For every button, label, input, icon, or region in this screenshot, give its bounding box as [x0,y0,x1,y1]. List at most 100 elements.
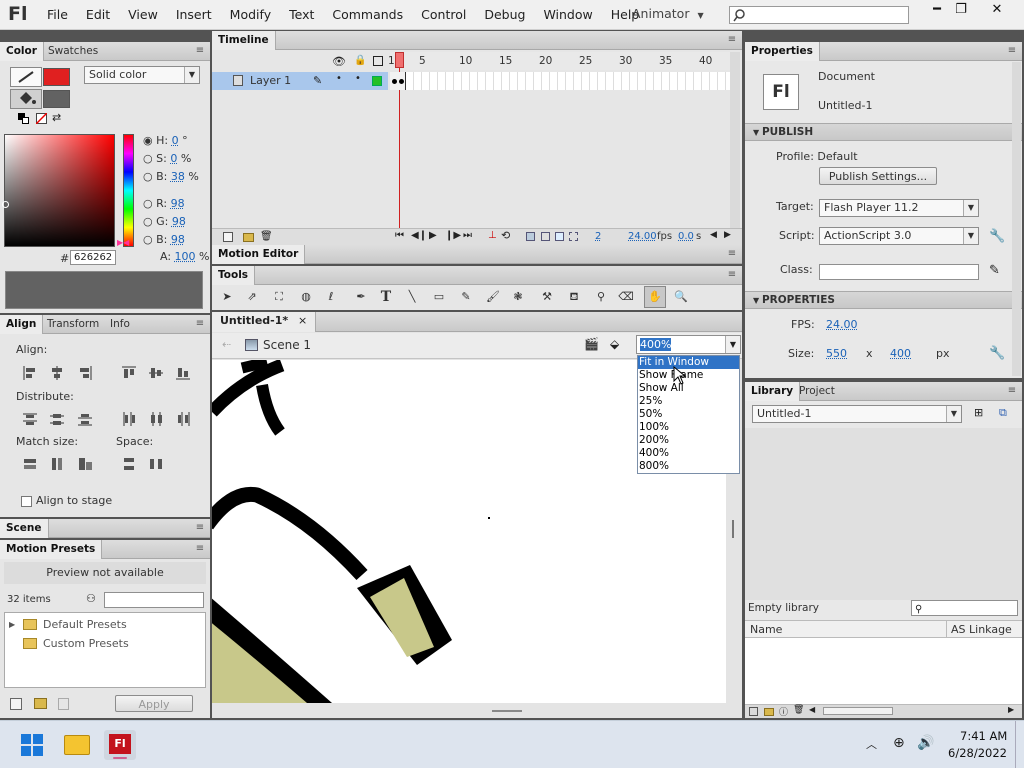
tab-tools[interactable]: Tools [212,266,256,285]
step-back-icon[interactable]: ◀❙ [411,230,427,241]
fill-color-button[interactable] [10,89,42,109]
radio-icon[interactable]: ○ [143,215,153,228]
workspace-switcher[interactable]: Animator ▼ [632,0,704,30]
expand-arrow-icon[interactable]: ▶ [9,620,23,629]
selection-tool-icon[interactable]: ➤ [216,286,238,308]
network-icon[interactable]: ⊕ [893,735,905,751]
layer-color-swatch[interactable] [372,76,382,86]
menu-file[interactable]: File [38,0,77,30]
tab-align[interactable]: Align [0,315,44,334]
zoom-option-50[interactable]: 50% [638,408,739,421]
zoom-option-100[interactable]: 100% [638,421,739,434]
horizontal-scroll-thumb[interactable] [492,710,522,712]
eraser-tool-icon[interactable]: ⌫ [615,286,637,308]
close-button[interactable]: ✕ [980,0,1014,22]
align-top-icon[interactable] [121,365,137,381]
wrench-icon[interactable]: 🔧 [989,229,1005,244]
tab-motion-editor[interactable]: Motion Editor [212,245,306,264]
fill-color-swatch[interactable] [43,90,70,108]
onion-markers-icon[interactable] [569,232,578,241]
distribute-vertical-center-icon[interactable] [49,411,65,427]
new-folder-icon[interactable] [243,233,254,242]
fill-type-select[interactable]: Solid color ▼ [84,66,200,84]
volume-icon[interactable]: 🔊 [917,735,934,751]
edit-symbols-icon[interactable]: ⬙ [610,337,619,351]
new-symbol-icon[interactable] [749,707,758,716]
last-frame-icon[interactable]: ⏭ [463,230,472,241]
target-select[interactable]: Flash Player 11.2 ▼ [819,199,979,217]
file-explorer-icon[interactable] [64,735,90,755]
back-arrow-icon[interactable]: ⇠ [222,338,231,351]
play-icon[interactable]: ▶ [429,230,437,241]
properties-scrollbar[interactable] [1012,62,1021,376]
align-left-icon[interactable] [22,365,38,381]
keyframe-cells[interactable] [390,72,406,90]
menu-debug[interactable]: Debug [475,0,534,30]
new-preset-icon[interactable] [10,698,22,710]
pencil-icon[interactable]: ✎ [989,263,1000,278]
match-width-height-icon[interactable] [77,456,93,472]
space-vertical-icon[interactable] [121,456,137,472]
scene-name[interactable]: Scene 1 [263,338,311,352]
distribute-left-icon[interactable] [121,411,137,427]
radio-icon[interactable]: ○ [143,233,153,246]
color-picker-handle[interactable] [2,201,9,208]
menu-control[interactable]: Control [412,0,475,30]
saturation-value[interactable]: 0 [170,152,177,165]
zoom-option-200[interactable]: 200% [638,434,739,447]
zoom-option-show-frame[interactable]: Show Frame [638,369,739,382]
match-height-icon[interactable] [49,456,65,472]
menu-commands[interactable]: Commands [323,0,412,30]
line-tool-icon[interactable]: ╲ [401,286,423,308]
playhead[interactable] [395,52,404,68]
radio-icon[interactable]: ○ [143,170,153,183]
align-to-stage-checkbox[interactable] [21,496,32,507]
red-value[interactable]: 98 [171,197,185,210]
list-item[interactable]: Custom Presets [9,634,129,652]
distribute-top-icon[interactable] [22,411,38,427]
scroll-right-icon[interactable]: ▶ [1008,705,1014,714]
publish-settings-button[interactable]: Publish Settings... [819,167,937,185]
menu-window[interactable]: Window [534,0,601,30]
lasso-tool-icon[interactable]: ℓ [320,286,342,308]
document-tab[interactable]: Untitled-1* × [212,312,317,332]
outline-icon[interactable] [373,56,383,66]
bone-tool-icon[interactable]: ⚒ [536,286,558,308]
help-search-input[interactable] [729,6,909,24]
no-color-icon[interactable] [36,113,47,124]
tab-scene[interactable]: Scene [0,519,49,538]
pen-tool-icon[interactable]: ✒ [350,286,372,308]
panel-menu-icon[interactable]: ≡ [726,269,738,280]
tab-swatches[interactable]: Swatches [42,42,104,61]
text-tool-icon[interactable]: T [375,286,397,308]
list-item[interactable]: ▶ Default Presets [9,615,127,633]
scroll-right-icon[interactable]: ▶ [724,230,731,240]
menu-edit[interactable]: Edit [77,0,119,30]
properties-icon[interactable]: ⓘ [779,705,788,718]
radio-selected-icon[interactable]: ◉ [143,134,153,147]
elapsed-time[interactable]: 0.0 [678,231,694,242]
layer-row[interactable]: Layer 1 ✎ • • [212,72,388,90]
black-white-icon[interactable] [18,113,29,124]
rectangle-tool-icon[interactable]: ▭ [428,286,450,308]
clock-date[interactable]: 6/28/2022 [948,746,1007,760]
wrench-icon[interactable]: 🔧 [989,346,1005,361]
center-frame-icon[interactable]: ⊥ [488,230,497,241]
library-document-select[interactable]: Untitled-1 ▼ [752,405,962,423]
align-horizontal-center-icon[interactable] [49,365,65,381]
column-as-linkage[interactable]: AS Linkage [951,623,1012,636]
match-width-icon[interactable] [22,456,38,472]
windows-start-icon[interactable] [21,734,43,756]
align-bottom-icon[interactable] [175,365,191,381]
tab-properties[interactable]: Properties [745,42,820,61]
first-frame-icon[interactable]: ⏮ [395,230,404,241]
eye-icon[interactable]: 👁 [332,55,346,68]
pin-icon[interactable]: ⊞ [974,406,983,419]
3d-rotation-tool-icon[interactable]: ◍ [295,286,317,308]
radio-icon[interactable]: ○ [143,197,153,210]
menu-text[interactable]: Text [280,0,323,30]
onion-skin-icon[interactable] [526,232,535,241]
tab-motion-presets[interactable]: Motion Presets [0,540,103,559]
layer-name[interactable]: Layer 1 [250,74,291,87]
stroke-color-button[interactable] [10,67,42,87]
